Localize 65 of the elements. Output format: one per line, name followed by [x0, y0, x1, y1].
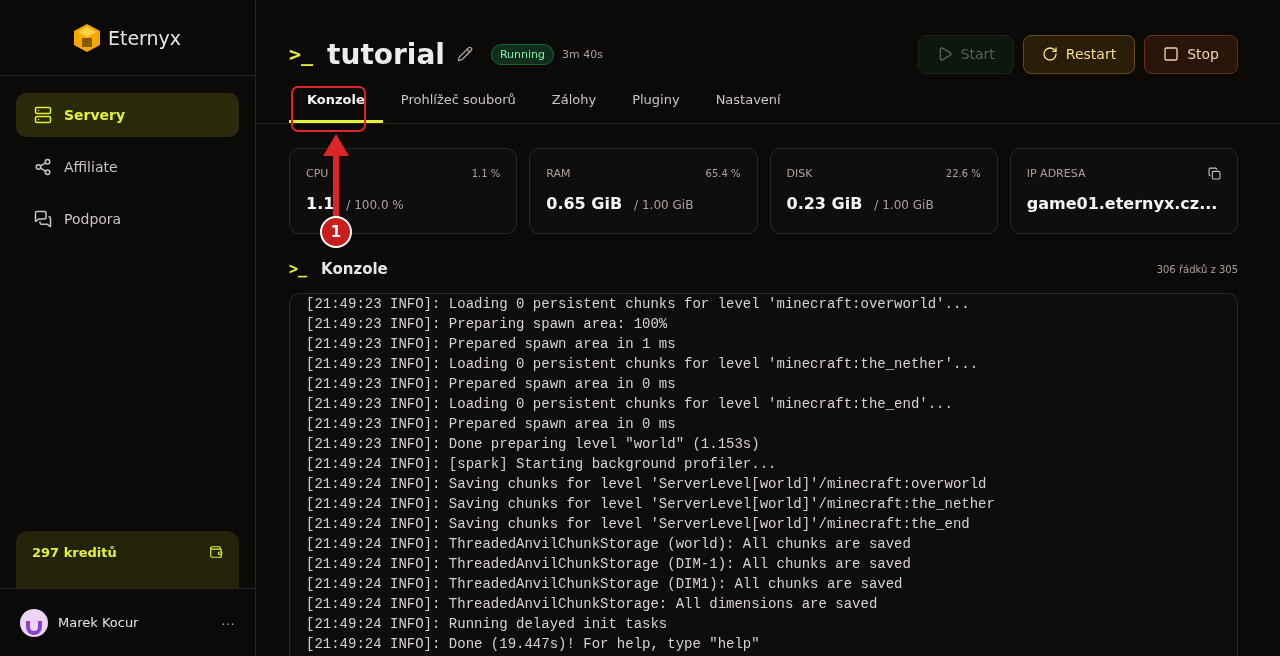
credits-label: 297 kreditů — [32, 545, 117, 562]
log-line: [21:49:23 INFO]: Prepared spawn area in 0 ms — [306, 415, 677, 434]
terminal-prompt: >_ — [289, 260, 308, 278]
stat-label: RAM — [546, 167, 571, 180]
stat-label: DISK — [786, 167, 813, 180]
tab[interactable]: Zálohy — [533, 83, 615, 123]
stat-total: / 100.0 % — [346, 198, 404, 212]
server-title: tutorial — [327, 37, 445, 71]
logo-icon — [73, 23, 100, 52]
line-count: 306 řádků z 305 — [1156, 263, 1238, 275]
log-line: [21:49:24 INFO]: Saving chunks for level 'ServerLevel[world]'/minecraft:overworld — [306, 475, 988, 494]
stat-label: CPU — [306, 167, 329, 180]
server-icon — [34, 106, 52, 124]
stat-value: 0.65 GiB — [546, 194, 623, 213]
log-line: [21:49:23 INFO]: Loading 0 persistent chunks for level 'minecraft:the_end'... — [306, 395, 954, 414]
stat-value: game01.eternyx.cz... — [1026, 194, 1218, 213]
wallet-icon — [209, 545, 223, 559]
stat-value: 0.23 GiB — [786, 194, 863, 213]
log-line: [21:49:23 INFO]: Done preparing level "world" (1.153s) — [306, 435, 761, 454]
user-name: Marek Kocur — [58, 615, 140, 630]
log-line: [21:49:24 INFO]: Running delayed init tasks — [306, 615, 669, 634]
log-line: [21:49:23 INFO]: Prepared spawn area in 1 ms — [306, 335, 677, 354]
stop-icon — [1163, 46, 1180, 62]
stat-total: / 1.00 GiB — [874, 198, 934, 212]
log-line: [21:49:23 INFO]: Loading 0 persistent chunks for level 'minecraft:overworld'... — [306, 295, 971, 314]
stat-percent: 1.1 % — [471, 168, 501, 179]
restart-button[interactable]: Restart — [1022, 34, 1136, 74]
terminal-prompt: >_ — [289, 42, 314, 66]
nodes-icon — [34, 158, 52, 176]
status-badge: Running — [490, 43, 554, 65]
nav-item[interactable]: Servery — [16, 93, 239, 137]
log-line: [21:49:24 INFO]: [spark] Starting background profiler... — [306, 455, 778, 474]
brand-name: Eternyx — [107, 26, 182, 49]
stat-percent: 22.6 % — [945, 168, 981, 179]
log-line: [21:49:23 INFO]: Loading 0 persistent chunks for level 'minecraft:the_nether'... — [306, 355, 980, 374]
log-line: [21:49:24 INFO]: Done (19.447s)! For help, type "help" — [306, 635, 761, 654]
log-line: [21:49:24 INFO]: ThreadedAnvilChunkStorage: All dimensions are saved — [306, 595, 879, 614]
stat-label: IP ADRESA — [1026, 167, 1086, 180]
log-line: [21:49:24 INFO]: ThreadedAnvilChunkStorage (DIM1): All chunks are saved — [306, 575, 904, 594]
copy-icon[interactable] — [1208, 167, 1221, 180]
log-line: [21:49:23 INFO]: Preparing spawn area: 100% — [306, 315, 669, 334]
tab[interactable]: Prohlížeč souborů — [382, 83, 534, 123]
chat-icon — [34, 210, 52, 228]
step-badge: 1 — [320, 216, 352, 248]
log-line: [21:49:24 INFO]: Saving chunks for level 'ServerLevel[world]'/minecraft:the_nether — [306, 495, 996, 514]
more-button[interactable]: ··· — [221, 614, 235, 631]
stat-total: / 1.00 GiB — [634, 198, 694, 212]
tab[interactable]: Pluginy — [614, 83, 698, 123]
nav-item[interactable]: Affiliate — [16, 145, 239, 189]
log-line: [21:49:24 INFO]: Saving chunks for level 'ServerLevel[world]'/minecraft:the_end — [306, 515, 971, 534]
stat-percent: 65.4 % — [705, 168, 741, 179]
tab[interactable]: Nastavení — [697, 83, 799, 123]
stat-value: 1.1 — [306, 194, 335, 213]
log-line: [21:49:23 INFO]: Prepared spawn area in 0 ms — [306, 375, 677, 394]
stop-button[interactable]: Stop — [1144, 34, 1238, 74]
edit-icon[interactable] — [456, 46, 473, 62]
log-line: [21:49:24 INFO]: ThreadedAnvilChunkStorage (world): All chunks are saved — [306, 535, 912, 554]
credits-card[interactable]: 297 kreditů — [16, 531, 239, 588]
restart-icon — [1041, 46, 1058, 62]
nav-item[interactable]: Podpora — [16, 197, 239, 241]
avatar — [20, 608, 48, 637]
log-line: [21:49:24 INFO]: ThreadedAnvilChunkStorage (DIM-1): All chunks are saved — [306, 555, 912, 574]
uptime: 3m 40s — [562, 47, 604, 61]
console-title: Konzole — [321, 260, 389, 278]
tab[interactable]: Konzole — [289, 83, 383, 123]
